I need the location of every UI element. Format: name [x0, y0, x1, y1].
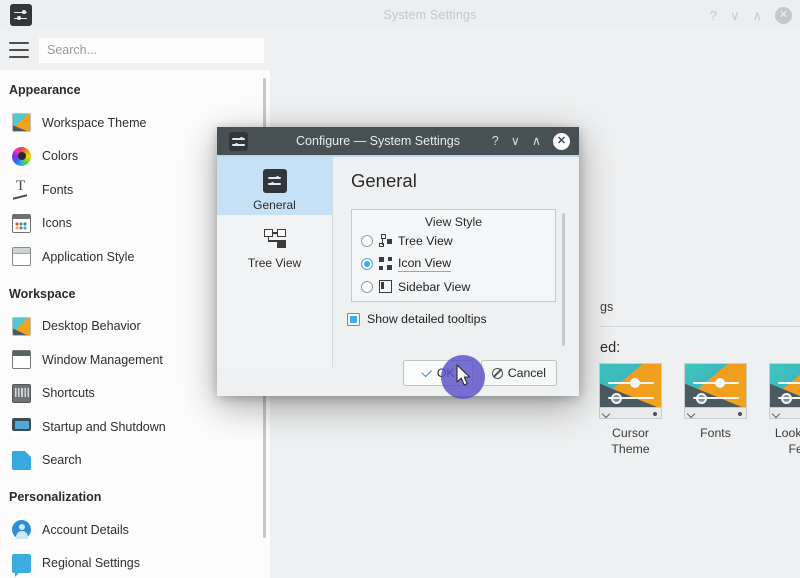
hamburger-icon[interactable]: [9, 42, 29, 58]
main-window-titlebar: System Settings ? ∨ ∧ ✕: [0, 0, 800, 30]
dialog-nav: General Tree View: [217, 157, 333, 367]
minimize-button[interactable]: ∨: [730, 9, 740, 22]
sidebar-item-label: Colors: [42, 149, 79, 164]
radio-button[interactable]: [361, 257, 373, 270]
module-label-2: Theme: [611, 442, 650, 456]
dialog-minimize-button[interactable]: ∨: [511, 135, 520, 148]
module-grid: Cursor Theme Fonts Look And Feel: [588, 363, 800, 457]
content-heading: ed:: [600, 340, 621, 356]
dialog-page-title: General: [351, 170, 417, 191]
sidebar-item-search[interactable]: Search: [0, 444, 270, 478]
user-icon: [12, 520, 31, 540]
dialog-nav-label: General: [253, 197, 296, 212]
radio-label: Tree View: [398, 233, 453, 248]
tree-view-icon: [379, 234, 392, 247]
radio-option-tree-view[interactable]: Tree View: [352, 229, 555, 252]
search-input[interactable]: [39, 37, 264, 63]
module-label-2: Feel: [788, 442, 800, 456]
maximize-button[interactable]: ∧: [752, 9, 762, 22]
sidebar-item-label: Startup and Shutdown: [42, 419, 166, 434]
dialog-titlebar: Configure — System Settings ? ∨ ∧ ✕: [217, 127, 579, 155]
sidebar-item-label: Window Management: [42, 352, 163, 367]
sidebar-group-personalization: Personalization: [9, 490, 102, 504]
icons-grid-icon: [12, 213, 31, 233]
radio-label: Sidebar View: [398, 279, 471, 294]
search-bar: [0, 30, 270, 70]
dialog-window-buttons: ? ∨ ∧ ✕: [492, 127, 570, 155]
sidebar-item-startup-and-shutdown[interactable]: Startup and Shutdown: [0, 410, 270, 444]
document-icon: [12, 450, 31, 470]
show-detailed-tooltips-row[interactable]: Show detailed tooltips: [347, 312, 487, 326]
dialog-button-row: OK Cancel: [217, 360, 579, 386]
module-tile-fonts[interactable]: Fonts: [673, 363, 758, 457]
cancel-button[interactable]: Cancel: [480, 360, 557, 386]
help-button[interactable]: ?: [710, 9, 717, 22]
icon-view-icon: [379, 257, 392, 270]
sidebar-item-label: Fonts: [42, 182, 74, 197]
sidebar-item-label: Application Style: [42, 249, 135, 264]
view-style-title: View Style: [424, 215, 483, 229]
dialog-maximize-button[interactable]: ∧: [532, 135, 541, 148]
dialog-close-button[interactable]: ✕: [553, 132, 570, 150]
font-icon: [12, 178, 31, 199]
ok-button-label: OK: [436, 366, 455, 380]
ok-button[interactable]: OK: [402, 360, 473, 386]
sidebar-item-regional-settings[interactable]: Regional Settings: [0, 547, 270, 578]
module-tile-cursor-theme[interactable]: Cursor Theme: [588, 363, 673, 457]
module-label: Look And: [774, 426, 800, 440]
speech-bubble-icon: [12, 553, 31, 577]
screen: System Settings ? ∨ ∧ ✕ Appearance Works…: [0, 0, 800, 578]
color-wheel-icon: [12, 146, 31, 166]
tree-icon: [263, 227, 287, 251]
sidebar-item-label: Regional Settings: [42, 556, 140, 571]
sidebar-view-icon: [379, 280, 392, 293]
module-label: Fonts: [700, 426, 731, 440]
sidebar-item-label: Search: [42, 453, 82, 468]
dialog-nav-label: Tree View: [247, 255, 302, 270]
module-label: Cursor: [612, 426, 649, 440]
main-window-buttons: ? ∨ ∧ ✕: [710, 0, 792, 30]
module-thumbnail: [769, 363, 800, 419]
radio-option-icon-view[interactable]: Icon View: [352, 252, 555, 275]
dialog-help-button[interactable]: ?: [492, 135, 499, 148]
window-style-icon: [12, 247, 31, 267]
dialog-body: General Tree View General View Style Tre…: [217, 157, 579, 396]
module-thumbnail: [599, 363, 662, 419]
sidebar-item-label: Shortcuts: [42, 386, 95, 401]
show-detailed-tooltips-checkbox[interactable]: [347, 312, 360, 326]
sidebar-item-label: Workspace Theme: [42, 115, 147, 130]
dialog-main-panel: General View Style Tree View Icon View S…: [333, 157, 579, 367]
window-icon: [12, 350, 31, 370]
monitor-icon: [12, 417, 31, 437]
close-button[interactable]: ✕: [775, 6, 792, 24]
dialog-scrollbar[interactable]: [562, 213, 565, 346]
cancel-icon: [491, 367, 503, 379]
sidebar-group-appearance: Appearance: [9, 83, 81, 97]
configure-dialog: Configure — System Settings ? ∨ ∧ ✕ Gene…: [217, 127, 579, 396]
content-tab-label: gs: [600, 300, 614, 314]
view-style-groupbox: View Style Tree View Icon View Sidebar V…: [351, 209, 556, 302]
keyboard-icon: [12, 383, 31, 403]
module-tile-look-and-feel[interactable]: Look And Feel: [758, 363, 800, 457]
module-thumbnail: [684, 363, 747, 419]
checkbox-label: Show detailed tooltips: [367, 312, 487, 326]
sidebar-item-label: Account Details: [42, 522, 129, 537]
sliders-icon: [262, 168, 287, 193]
dialog-nav-item-general[interactable]: General: [217, 157, 332, 215]
cancel-button-label: Cancel: [507, 366, 546, 380]
radio-button[interactable]: [361, 280, 373, 293]
check-icon: [421, 368, 432, 379]
picture-icon: [12, 113, 31, 133]
content-divider: [600, 326, 800, 327]
radio-option-sidebar-view[interactable]: Sidebar View: [352, 275, 555, 298]
sidebar-item-label: Desktop Behavior: [42, 319, 141, 334]
sidebar-item-account-details[interactable]: Account Details: [0, 513, 270, 547]
dialog-nav-item-tree-view[interactable]: Tree View: [217, 215, 332, 273]
main-window-title: System Settings: [383, 8, 477, 22]
radio-label: Icon View: [398, 255, 452, 272]
radio-button[interactable]: [361, 234, 373, 247]
sidebar-item-label: Icons: [42, 216, 72, 231]
picture-icon: [12, 316, 31, 336]
